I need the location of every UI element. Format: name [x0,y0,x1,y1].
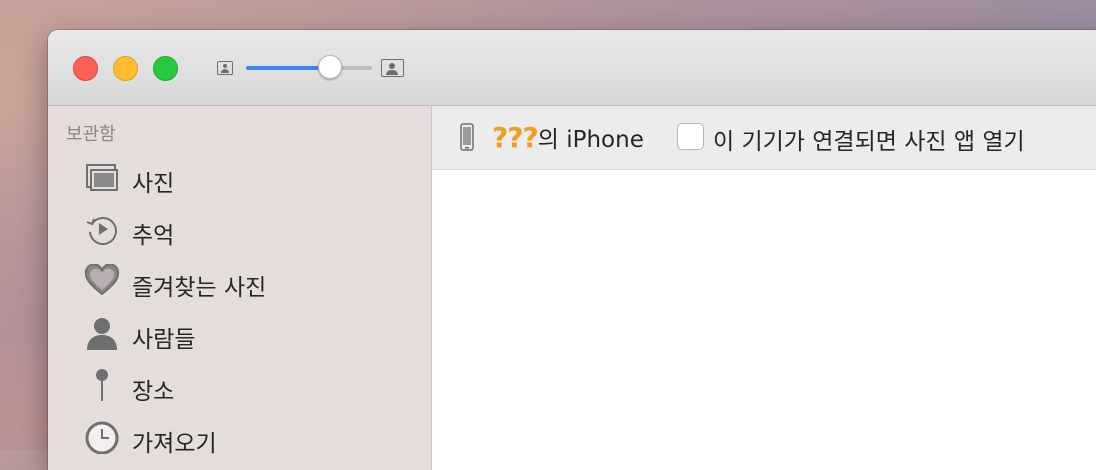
import-content-area [432,170,1096,470]
sidebar-item-people[interactable]: 사람들 [48,310,431,356]
sidebar-item-label: 장소 [132,379,175,405]
sidebar-item-memories[interactable]: 추억 [48,206,431,252]
device-bar: ???의 iPhone 이 기기가 연결되면 사진 앱 열기 [432,106,1096,170]
sidebar: 보관함 사진 추억 즐겨찾는 사진 사람들 장소 가져오기 [48,106,432,470]
sidebar-item-label: 사람들 [132,327,196,353]
person-icon [87,318,117,350]
minimize-button[interactable] [113,56,138,81]
sidebar-item-label: 추억 [132,223,175,249]
heart-icon [84,264,120,296]
open-photos-checkbox[interactable] [677,123,704,150]
sidebar-item-places[interactable]: 장소 [48,362,431,408]
photos-window: 보관함 사진 추억 즐겨찾는 사진 사람들 장소 가져오기 ???의 iPhon… [48,30,1096,470]
large-photo-icon [381,59,404,77]
sidebar-section-library: 보관함 [66,124,116,145]
pin-icon [96,369,108,401]
sidebar-item-imports[interactable]: 가져오기 [48,414,431,460]
sidebar-item-favorites[interactable]: 즐겨찾는 사진 [48,258,431,304]
thumbnail-size-slider[interactable] [246,66,372,70]
memories-icon [86,217,117,245]
slider-thumb[interactable] [318,55,343,79]
sidebar-item-photos[interactable]: 사진 [48,154,431,200]
device-owner: ??? [492,121,539,154]
close-button[interactable] [73,56,98,81]
open-photos-label: 이 기기가 연결되면 사진 앱 열기 [713,129,1025,155]
toolbar [48,30,1096,106]
device-suffix: 의 iPhone [537,127,644,153]
clock-icon [85,421,119,454]
sidebar-item-label: 즐겨찾는 사진 [132,275,267,301]
sidebar-item-label: 가져오기 [132,431,217,457]
sidebar-item-label: 사진 [132,171,175,197]
iphone-icon [460,123,474,151]
photos-icon [86,164,118,191]
zoom-button[interactable] [153,56,178,81]
small-photo-icon [217,61,233,75]
device-name: ???의 iPhone [492,120,644,154]
